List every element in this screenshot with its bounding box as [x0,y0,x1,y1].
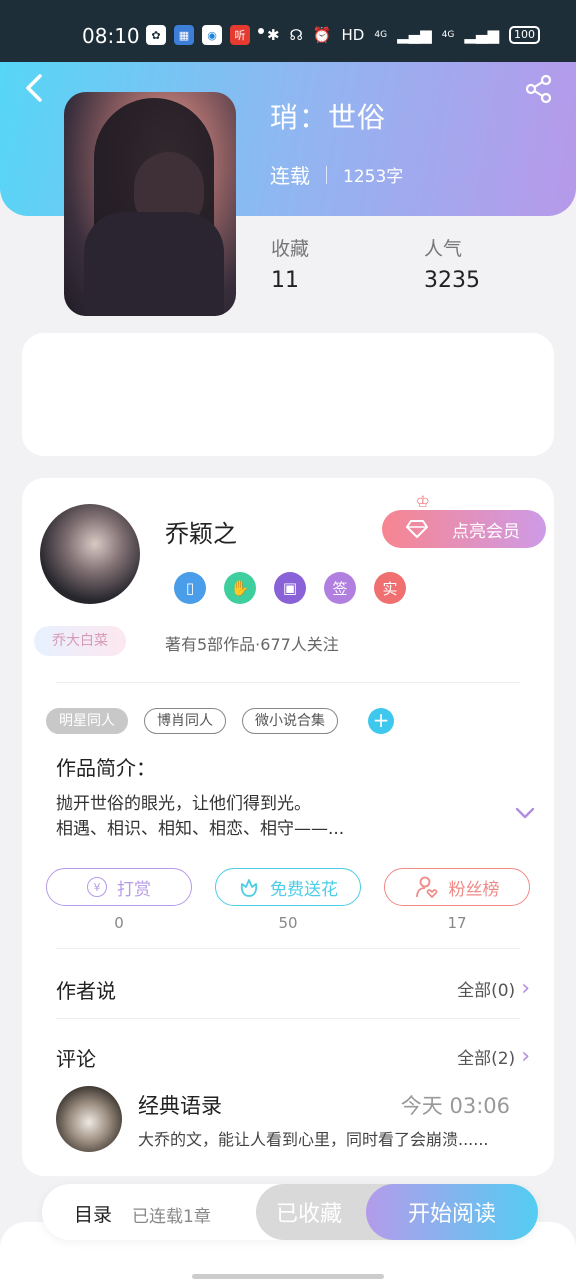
home-indicator[interactable] [192,1274,384,1279]
stat-favorites-value: 11 [271,268,299,293]
signal-icon-2: ▂▄▆ [464,26,499,44]
diamond-icon [406,520,428,538]
author-badges: ▯ ✋ ▣ 签 实 [174,572,406,604]
toc-button[interactable]: 目录 [74,1200,112,1227]
back-button[interactable] [20,70,52,106]
placeholder-card [22,333,554,456]
tag-item[interactable]: 明星同人 [46,708,128,734]
author-says-more-link[interactable]: 全部(0) › [457,976,530,1001]
stat-favorites-label: 收藏 [271,238,310,260]
status-time: 08:10 [82,24,140,48]
divider [56,948,520,949]
book-title: 琑：世俗 [270,101,387,134]
tag-item[interactable]: 博肖同人 [144,708,226,734]
fan-count: 17 [447,914,467,932]
yen-icon: ¥ [87,877,107,897]
share-icon [525,74,552,104]
intro-heading: 作品简介： [56,756,156,780]
calendar-icon: ▦ [174,25,194,45]
share-button[interactable] [524,74,554,104]
fan-ranking-button-label: 粉丝榜 [448,879,500,900]
signed-badge[interactable]: 签 [324,572,356,604]
serial-status: 连载 [270,164,310,188]
calendar-badge-icon[interactable]: ▣ [274,572,306,604]
intro-line: 相遇、相识、相知、相恋、相守——... [56,819,345,839]
add-tag-button[interactable]: + [368,708,394,734]
intro-text: 抛开世俗的眼光，让他们得到光。 相遇、相识、相知、相恋、相守——... [56,792,476,842]
signal-icon: ▂▄▆ [397,26,432,44]
network-4g-label: 4G [374,30,388,40]
comments-title: 评论 [56,1047,96,1071]
headphones-icon: ☊ [289,26,303,44]
network-4g-label-2: 4G [441,30,455,40]
flower-count: 50 [278,914,298,932]
cover-art-body [84,212,224,316]
hd-label: HD [341,26,365,44]
paw-icon: ✿ [146,25,166,45]
listen-icon: 听 [230,25,250,45]
record-icon: ◉ [202,25,222,45]
stat-popularity-value: 3235 [424,268,480,293]
expand-intro-button[interactable] [514,804,536,822]
status-divider [326,165,327,184]
comment-time: 今天 03:06 [400,1094,510,1118]
tip-count: 0 [114,914,124,932]
collected-button-label: 已收藏 [275,1202,342,1227]
book-cover[interactable] [64,92,236,316]
status-indicators: ✱ ☊ ⏰ HD 4G ▂▄▆ 4G ▂▄▆ 100 [267,26,540,44]
word-count: 1253字 [343,167,404,187]
verified-badge[interactable]: 实 [374,572,406,604]
book-status: 连载 1253字 [270,160,403,189]
alarm-icon: ⏰ [312,26,332,44]
author-avatar[interactable] [40,504,140,604]
handshake-badge-icon[interactable]: ✋ [224,572,256,604]
author-nickname-badge: 乔大白菜 [34,626,126,656]
divider [56,1018,520,1019]
crown-icon: ♔ [415,492,430,511]
comments-more-link[interactable]: 全部(2) › [457,1044,530,1069]
toc-status: 已连载1章 [132,1207,211,1227]
vip-button[interactable]: 点亮会员 [382,510,546,548]
flower-icon [240,879,258,897]
notification-dot-icon [258,28,264,34]
tip-button-label: 打赏 [117,879,151,900]
chevron-right-icon: › [521,976,530,1001]
tip-button[interactable]: ¥ 打赏 [46,868,192,906]
bottom-action-bar: 目录 已连载1章 已收藏 开始阅读 [42,1184,538,1240]
tag-item[interactable]: 微小说合集 [242,708,338,734]
chevron-left-icon [26,74,42,102]
tag-list: 明星同人 博肖同人 微小说合集 + [46,708,394,734]
comment-username[interactable]: 经典语录 [138,1090,222,1120]
chevron-right-icon: › [521,1044,530,1069]
status-bar: 08:10 ✿ ▦ ◉ 听 ✱ ☊ ⏰ HD 4G ▂▄▆ 4G ▂▄▆ 100 [0,0,576,62]
comment-avatar[interactable] [56,1086,122,1152]
intro-line: 抛开世俗的眼光，让他们得到光。 [56,794,311,814]
send-flower-button-label: 免费送花 [270,879,338,900]
comment-text[interactable]: 大乔的文，能让人看到心里，同时看了会崩溃...... [138,1126,518,1150]
comments-more-label: 全部(2) [457,1049,516,1069]
fan-ranking-button[interactable]: 粉丝榜 [384,868,530,906]
author-meta: 著有5部作品·677人关注 [165,635,339,654]
start-reading-button[interactable]: 开始阅读 [366,1184,538,1240]
divider [56,682,520,683]
send-flower-button[interactable]: 免费送花 [215,868,361,906]
author-card: 乔大白菜 乔颖之 ♔ 点亮会员 ▯ ✋ ▣ 签 实 著有5部作品·677人关注 … [22,478,554,1176]
author-says-title: 作者说 [56,979,116,1003]
user-heart-icon [415,876,437,899]
stat-popularity-label: 人气 [424,238,463,260]
battery-icon: 100 [509,26,540,44]
chevron-down-icon [515,807,535,819]
vip-button-label: 点亮会员 [452,521,520,542]
author-name[interactable]: 乔颖之 [165,514,237,549]
phone-badge-icon[interactable]: ▯ [174,572,206,604]
author-says-more-label: 全部(0) [457,981,516,1001]
bluetooth-icon: ✱ [266,26,280,44]
